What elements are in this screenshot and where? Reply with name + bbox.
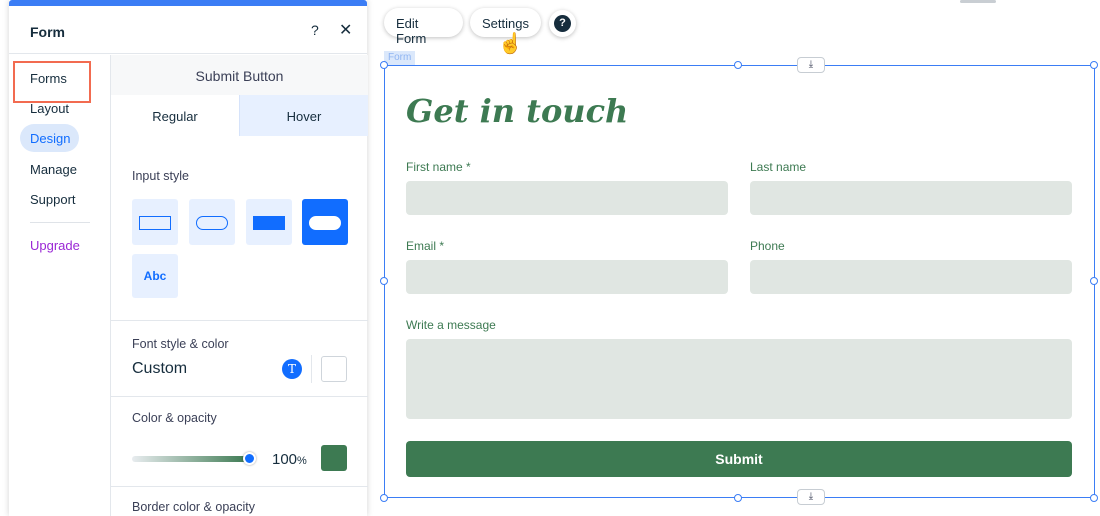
resize-handle-right[interactable] — [1090, 277, 1098, 285]
nav-item-design[interactable]: Design — [20, 124, 79, 152]
resize-handle-bottom-right[interactable] — [1090, 494, 1098, 502]
resize-handle-bottom[interactable] — [734, 494, 742, 502]
first-name-label: First name * — [406, 160, 471, 174]
input-style-label: Input style — [132, 169, 189, 183]
resize-handle-top-left[interactable] — [380, 61, 388, 69]
email-field[interactable] — [406, 260, 728, 294]
input-style-rounded-outline[interactable] — [189, 199, 235, 245]
section-divider — [111, 486, 368, 487]
font-picker-icon[interactable]: T — [282, 359, 302, 379]
font-style-label: Font style & color — [132, 337, 229, 351]
first-name-field[interactable] — [406, 181, 728, 215]
design-highlight-box — [13, 61, 91, 103]
nav-item-support[interactable]: Support — [30, 192, 76, 207]
font-style-value: Custom — [132, 360, 188, 377]
text-style-sample: Abc — [143, 269, 167, 283]
close-icon[interactable]: ✕ — [339, 20, 352, 40]
edit-form-button[interactable]: Edit Form — [384, 8, 463, 46]
rectangle-filled-icon — [253, 216, 285, 230]
stretch-bottom-icon[interactable]: ⤓ — [797, 489, 825, 505]
resize-handle-bottom-left[interactable] — [380, 494, 388, 502]
tab-hover[interactable]: Hover — [239, 95, 368, 136]
nav-item-upgrade[interactable]: Upgrade — [30, 238, 80, 253]
email-label: Email * — [406, 239, 445, 253]
opacity-unit: % — [297, 455, 307, 467]
resize-handle-left[interactable] — [380, 277, 388, 285]
section-title: Submit Button — [111, 55, 368, 95]
section-divider — [111, 320, 368, 321]
help-icon-button[interactable]: ? — [549, 10, 576, 37]
phone-label: Phone — [750, 239, 785, 253]
panel-title: Form — [30, 24, 65, 40]
message-label: Write a message — [406, 318, 496, 332]
vertical-separator — [311, 355, 312, 383]
rounded-outline-icon — [196, 216, 228, 230]
resize-handle-top[interactable] — [734, 61, 742, 69]
rectangle-outline-icon — [139, 216, 171, 230]
input-style-rounded-filled[interactable] — [302, 199, 348, 245]
form-element-tag: Form — [384, 51, 416, 65]
state-tabs: Regular Hover — [111, 95, 368, 136]
phone-field[interactable] — [750, 260, 1072, 294]
opacity-slider-track[interactable] — [132, 456, 248, 462]
opacity-value: 100% — [272, 451, 307, 468]
rounded-filled-icon — [309, 216, 341, 230]
input-style-rectangle-filled[interactable] — [246, 199, 292, 245]
hand-cursor-icon: ☝ — [498, 33, 523, 55]
last-name-field[interactable] — [750, 181, 1072, 215]
nav-item-layout[interactable]: Layout — [30, 101, 69, 116]
stretch-top-icon[interactable]: ⤓ — [797, 57, 825, 73]
submit-button[interactable]: Submit — [406, 441, 1072, 477]
input-style-rectangle-outline[interactable] — [132, 199, 178, 245]
color-opacity-label: Color & opacity — [132, 411, 217, 425]
design-content: Submit Button Regular Hover Input style … — [110, 55, 368, 516]
form-heading: Get in touch — [406, 92, 629, 130]
panel-nav: Forms Layout Design Manage Support Upgra… — [9, 55, 110, 516]
last-name-label: Last name — [750, 160, 807, 174]
message-field[interactable] — [406, 339, 1072, 419]
nav-item-manage[interactable]: Manage — [30, 162, 77, 177]
opacity-slider-handle[interactable] — [243, 452, 256, 465]
panel-header: Form ? ✕ — [9, 6, 367, 54]
input-style-text-only[interactable]: Abc — [132, 254, 178, 298]
question-icon: ? — [554, 15, 571, 32]
font-color-swatch[interactable] — [321, 356, 347, 382]
form-settings-panel: Form ? ✕ Forms Layout Design Manage Supp… — [9, 0, 368, 516]
resize-handle-top-right[interactable] — [1090, 61, 1098, 69]
nav-divider — [30, 222, 90, 223]
fill-color-swatch[interactable] — [321, 445, 347, 471]
tab-regular[interactable]: Regular — [111, 95, 239, 136]
border-color-label: Border color & opacity — [132, 500, 255, 514]
section-divider — [111, 396, 368, 397]
help-button[interactable]: ? — [311, 22, 319, 38]
opacity-number: 100 — [272, 451, 298, 468]
canvas-edge-marker — [960, 0, 996, 3]
